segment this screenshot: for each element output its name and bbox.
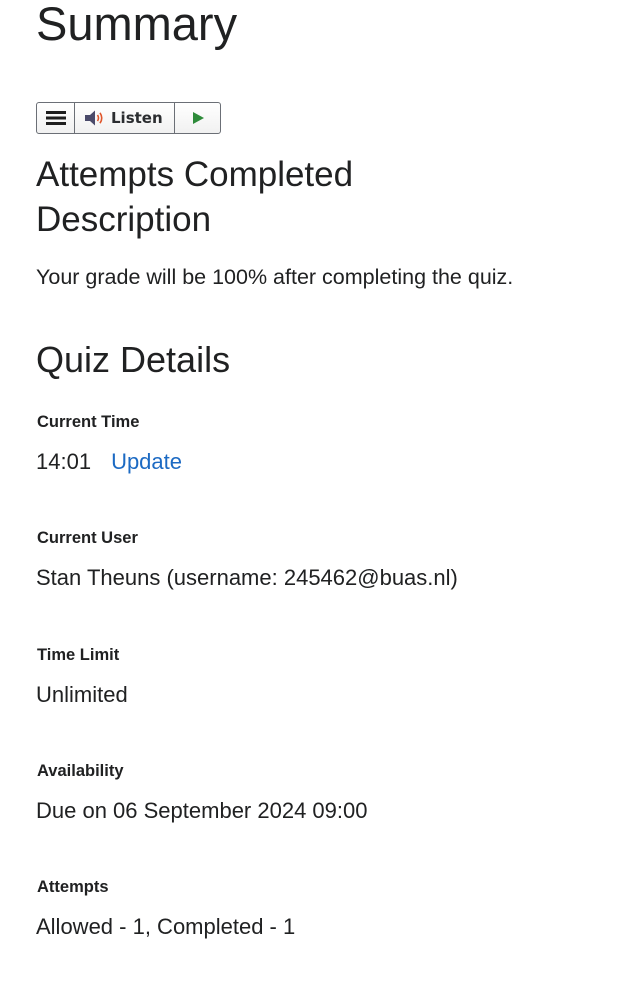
grade-description: Your grade will be 100% after completing… xyxy=(36,265,514,289)
current-time-value: 14:01 xyxy=(36,449,92,474)
listen-menu-button[interactable] xyxy=(37,103,75,133)
current-time-row: 14:01 Update xyxy=(36,447,182,477)
speaker-icon xyxy=(85,110,103,126)
page-title: Summary xyxy=(36,0,238,50)
attempts-value: Allowed - 1, Completed - 1 xyxy=(36,914,296,939)
availability-label: Availability xyxy=(37,762,124,780)
listen-button[interactable]: Listen xyxy=(75,103,175,133)
attempts-completed-heading: Attempts Completed Description xyxy=(36,155,354,239)
time-limit-label: Time Limit xyxy=(37,646,120,664)
play-icon xyxy=(192,112,204,124)
current-user-label: Current User xyxy=(37,529,138,547)
listen-toolbar: Listen xyxy=(36,102,221,134)
current-time-label: Current Time xyxy=(37,413,140,431)
time-limit-value: Unlimited xyxy=(36,682,128,707)
update-time-link[interactable]: Update xyxy=(111,449,182,474)
attempts-label: Attempts xyxy=(37,878,109,896)
current-user-value: Stan Theuns (username: 245462@buas.nl) xyxy=(36,565,458,590)
quiz-details-heading: Quiz Details xyxy=(36,339,231,380)
listen-label: Listen xyxy=(111,109,163,127)
play-button[interactable] xyxy=(175,103,220,133)
availability-value: Due on 06 September 2024 09:00 xyxy=(36,798,368,823)
menu-icon xyxy=(45,111,66,125)
